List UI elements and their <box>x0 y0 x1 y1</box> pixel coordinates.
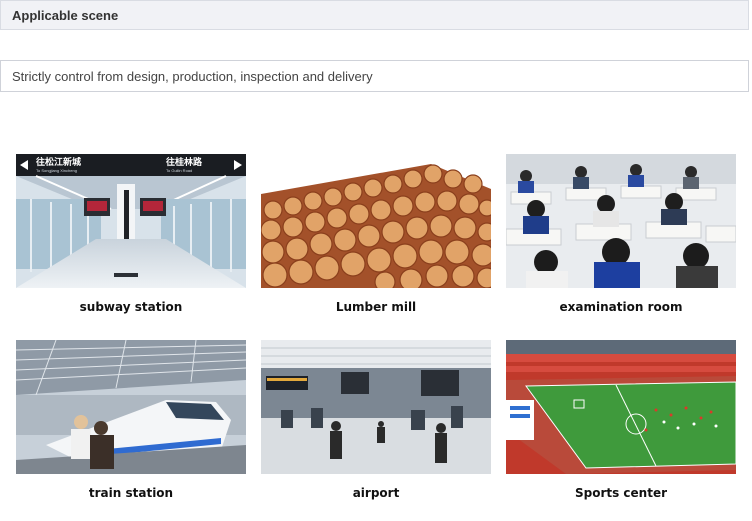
svg-text:往松江新城: 往松江新城 <box>36 156 81 168</box>
description-text: Strictly control from design, production… <box>12 69 373 84</box>
scene-caption: subway station <box>79 300 183 314</box>
scene-card-airport: airport <box>261 340 491 510</box>
subway-station-photo: 往松江新城 To Songjiang Xincheng 往桂林路 To Guil… <box>16 154 246 288</box>
description-box: Strictly control from design, production… <box>0 60 749 92</box>
exam-room-photo <box>506 154 736 288</box>
svg-text:To Songjiang Xincheng: To Songjiang Xincheng <box>36 168 77 173</box>
stadium-photo <box>506 340 736 474</box>
scene-card-lumber: Lumber mill <box>261 154 491 324</box>
svg-text:To Guilin Road: To Guilin Road <box>166 168 192 173</box>
scene-card-subway: 往松江新城 To Songjiang Xincheng 往桂林路 To Guil… <box>16 154 246 324</box>
train-station-photo <box>16 340 246 474</box>
scene-caption: examination room <box>559 300 683 314</box>
scene-card-exam: examination room <box>506 154 736 324</box>
scene-caption: airport <box>352 486 400 500</box>
section-header: Applicable scene <box>0 0 749 30</box>
airport-photo <box>261 340 491 474</box>
scene-card-stadium: Sports center <box>506 340 736 510</box>
lumber-logs-photo <box>261 154 491 288</box>
svg-text:往桂林路: 往桂林路 <box>166 156 203 168</box>
scene-card-train: train station <box>16 340 246 510</box>
scene-caption: Lumber mill <box>335 300 417 314</box>
section-title: Applicable scene <box>12 8 119 23</box>
scene-caption: Sports center <box>574 486 668 500</box>
scene-caption: train station <box>88 486 174 500</box>
